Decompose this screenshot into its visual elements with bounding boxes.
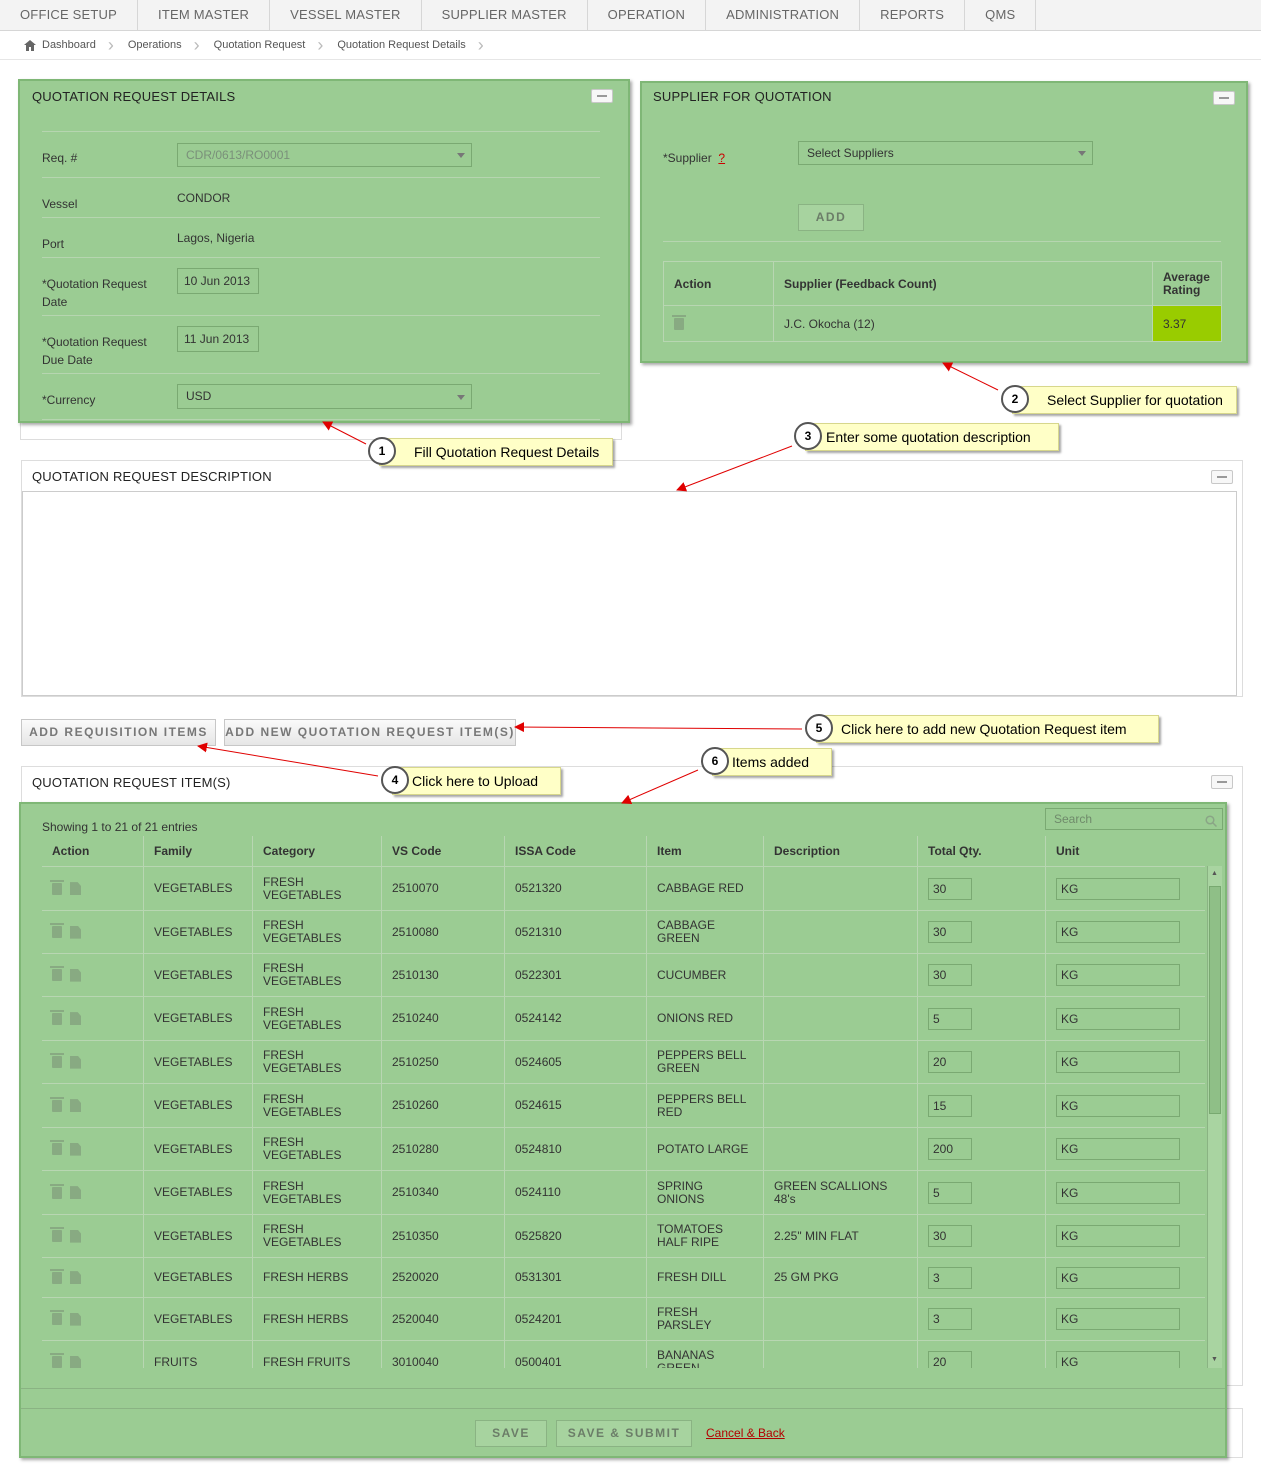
arrow-4 [197,742,379,777]
callout-3: 3 Enter some quotation description [794,422,1059,451]
arrow-6 [621,769,699,805]
callout-1: 1 Fill Quotation Request Details [368,437,613,466]
callout-2: 2 Select Supplier for quotation [1001,385,1237,414]
callout-6: 6 Items added [701,747,832,776]
arrow-5 [514,722,803,733]
arrow-2 [942,362,999,391]
arrow-3 [676,445,793,492]
arrow-1 [322,421,367,445]
callout-5: 5 Click here to add new Quotation Request… [805,714,1159,743]
callout-4: 4 Click here to Upload [381,766,561,795]
